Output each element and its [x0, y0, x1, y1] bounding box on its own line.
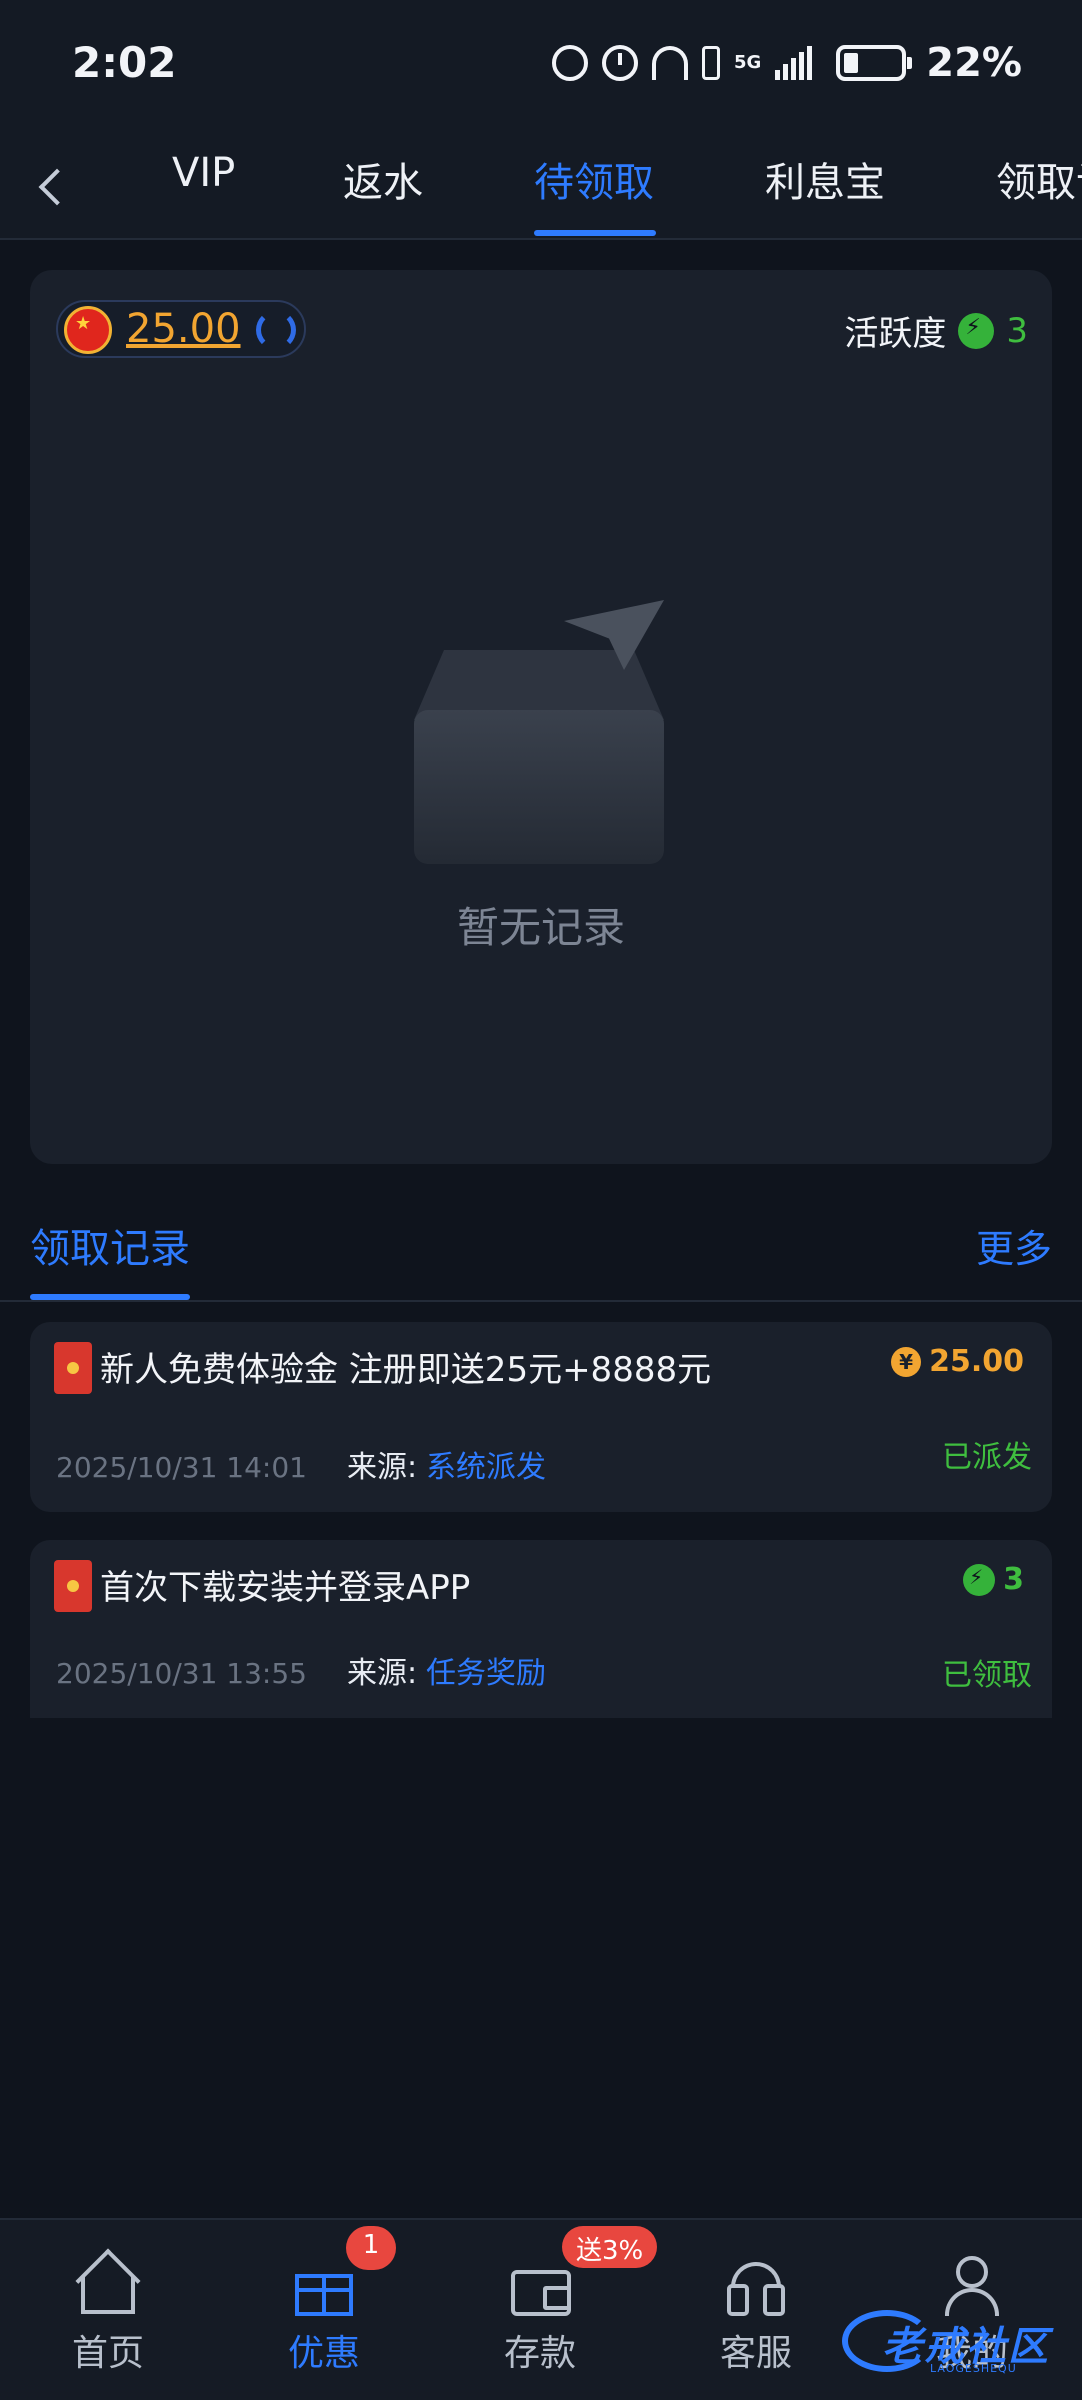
nav-support-label: 客服	[719, 2333, 792, 2374]
red-envelope-icon	[54, 1560, 92, 1612]
record-title: 新人免费体验金 注册即送25元+8888元	[100, 1350, 712, 1390]
record-source-label: 来源:	[346, 1450, 418, 1485]
records-title[interactable]: 领取记录	[30, 1216, 190, 1274]
nav-promotions-label: 优惠	[287, 2333, 360, 2374]
nav-support[interactable]: 客服	[686, 2256, 826, 2376]
battery-icon	[836, 45, 913, 81]
record-status: 已派发	[942, 1440, 1032, 1475]
yuan-coin-icon: ¥	[891, 1346, 922, 1377]
more-link[interactable]: 更多	[976, 1218, 1052, 1273]
back-button[interactable]	[34, 156, 74, 216]
balance-pill: 25.00	[56, 300, 306, 358]
alarm-icon	[601, 45, 638, 81]
tab-rebate[interactable]: 返水	[343, 150, 423, 208]
wallet-icon	[507, 2256, 573, 2316]
record-amount-value: 25.00	[929, 1344, 1024, 1379]
nav-deposit[interactable]: 存款	[470, 2256, 610, 2376]
record-source: 任务奖励	[426, 1656, 546, 1691]
active-tab-indicator	[534, 230, 656, 236]
empty-box-illustration-icon	[414, 600, 664, 864]
record-source: 系统派发	[426, 1450, 546, 1485]
record-amount: 3	[963, 1562, 1024, 1597]
deposit-bonus-badge: 送3%	[562, 2226, 658, 2268]
nav-home-label: 首页	[71, 2333, 144, 2374]
tab-claim-records[interactable]: 领取记	[996, 150, 1082, 208]
promotions-badge: 1	[346, 2226, 396, 2270]
signal-icon	[775, 46, 813, 80]
tab-interest[interactable]: 利息宝	[765, 150, 885, 208]
status-icons: 5G 22%	[551, 40, 1022, 86]
status-bar: 2:02 5G 22%	[0, 0, 1082, 130]
watermark-sub: LAOGESHEQU	[930, 2362, 1017, 2375]
headset-icon	[723, 2256, 789, 2316]
record-time: 2025/10/31 13:55	[56, 1657, 307, 1690]
record-amount-value: 3	[1003, 1562, 1024, 1597]
refresh-icon[interactable]	[256, 310, 296, 350]
record-item[interactable]: 新人免费体验金 注册即送25元+8888元 ¥ 25.00 已派发 2025/1…	[30, 1322, 1052, 1512]
records-header: 领取记录 更多	[0, 1200, 1082, 1302]
record-meta: 2025/10/31 13:55 来源: 任务奖励	[56, 1648, 546, 1692]
bolt-icon	[958, 312, 995, 349]
record-item[interactable]: 首次下载安装并登录APP 3 已领取 2025/10/31 13:55 来源: …	[30, 1540, 1052, 1718]
activity-label: 活跃度	[844, 314, 947, 354]
headphones-icon	[651, 46, 688, 80]
china-flag-icon	[64, 306, 112, 354]
gift-icon	[291, 2256, 357, 2316]
record-time: 2025/10/31 14:01	[56, 1451, 307, 1484]
balance-amount[interactable]: 25.00	[126, 306, 241, 352]
vibrate-icon	[551, 45, 588, 81]
battery-percent: 22%	[926, 40, 1022, 86]
empty-state-text: 暂无记录	[456, 903, 625, 952]
tab-vip[interactable]: VIP	[172, 150, 235, 196]
record-title: 首次下载安装并登录APP	[100, 1568, 471, 1608]
nav-promotions[interactable]: 优惠	[254, 2256, 394, 2376]
record-source-label: 来源:	[346, 1656, 418, 1691]
tab-pending[interactable]: 待领取	[534, 150, 654, 208]
pending-card: 25.00 活跃度 3 暂无记录	[30, 270, 1052, 1164]
network-5g-icon: 5G	[733, 52, 762, 73]
nav-deposit-label: 存款	[503, 2333, 576, 2374]
watermark-logo: 老戒社区 LAOGESHEQU	[842, 2302, 1072, 2382]
nav-home[interactable]: 首页	[38, 2248, 178, 2376]
activity-score: 活跃度 3	[844, 306, 1028, 355]
battery-saver-icon	[701, 46, 720, 80]
bolt-icon	[963, 1563, 996, 1596]
red-envelope-icon	[54, 1342, 92, 1394]
records-tab-indicator	[30, 1294, 190, 1300]
tab-bar: VIP 返水 待领取 利息宝 领取记	[0, 130, 1082, 240]
record-meta: 2025/10/31 14:01 来源: 系统派发	[56, 1442, 546, 1486]
home-icon	[75, 2248, 141, 2316]
record-amount: ¥ 25.00	[891, 1344, 1024, 1379]
record-status: 已领取	[942, 1658, 1032, 1693]
activity-value: 3	[1006, 310, 1028, 351]
status-time: 2:02	[72, 38, 177, 87]
